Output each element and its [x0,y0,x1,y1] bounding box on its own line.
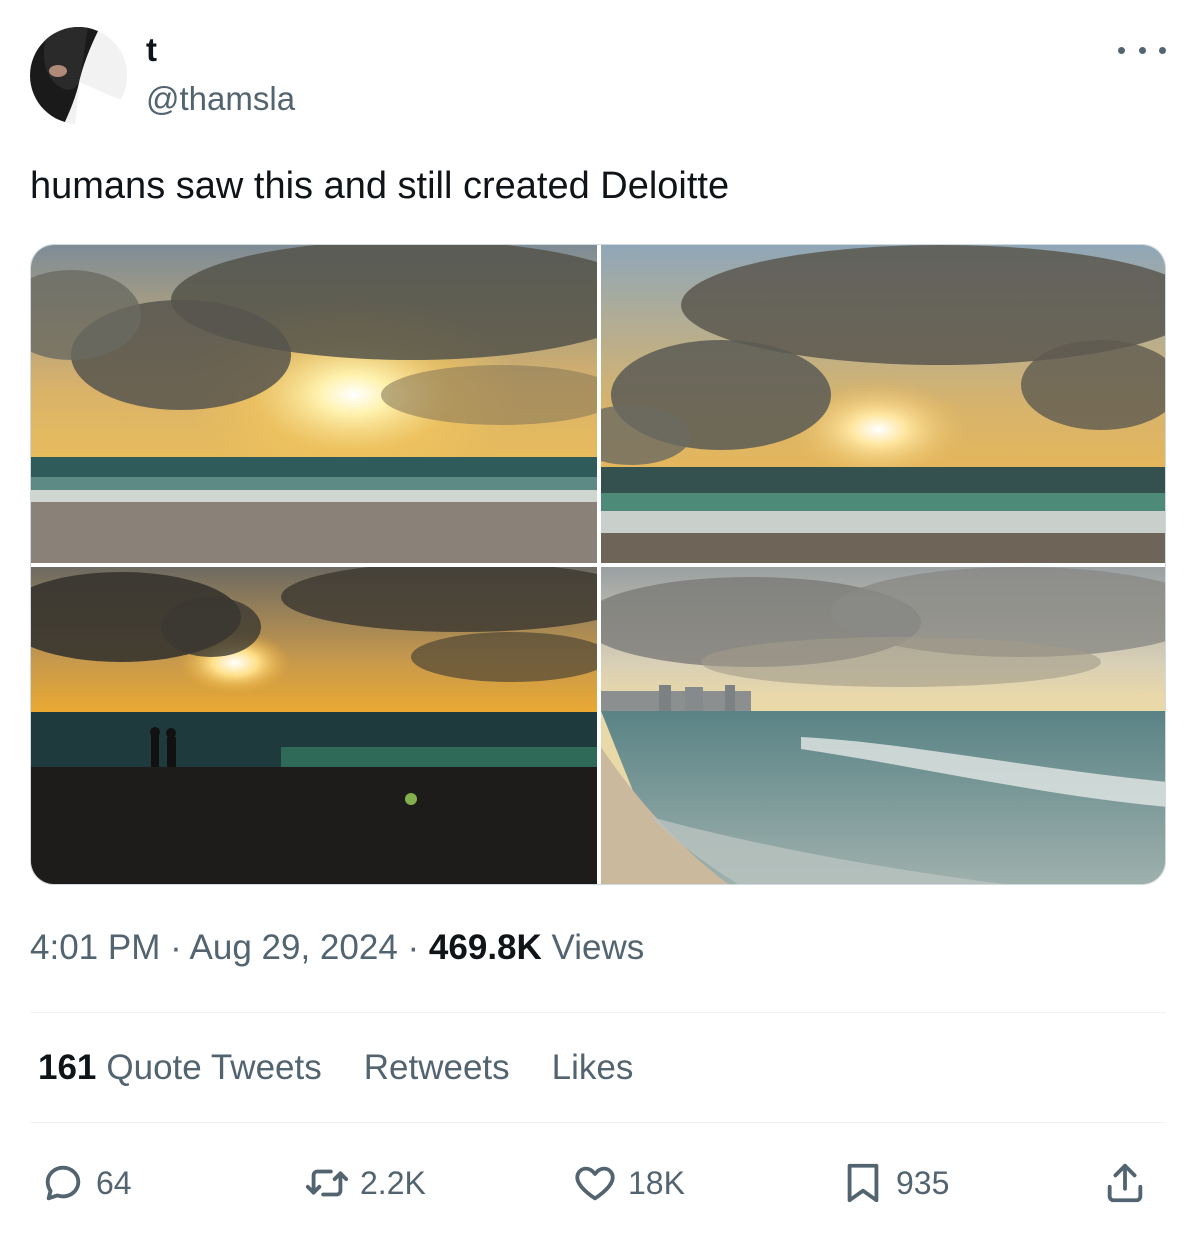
bookmark-icon [847,1163,879,1203]
views-count: 469.8K [428,928,542,967]
avatar[interactable] [30,27,127,124]
retweet-button[interactable]: 2.2K [304,1155,426,1211]
meta-separator: · [407,928,420,967]
meta-separator: · [170,928,182,967]
retweet-count: 2.2K [360,1164,426,1201]
like-button[interactable]: 18K [572,1155,685,1211]
share-icon [1107,1163,1143,1203]
reply-button[interactable]: 64 [40,1155,132,1211]
like-icon [575,1166,615,1201]
retweet-icon [305,1169,349,1197]
reply-count: 64 [96,1164,132,1201]
author-display-name[interactable]: t [146,30,157,70]
tweet-meta: 4:01 PM · Aug 29, 2024 · 469.8K Views [30,926,644,970]
divider [30,1122,1166,1123]
photo-4[interactable] [601,567,1165,884]
quote-tweets-count: 161 [38,1048,97,1087]
share-button[interactable] [1102,1155,1148,1211]
photo-2[interactable] [601,245,1165,563]
tweet-text: humans saw this and still created Deloit… [30,165,730,207]
reply-icon [45,1165,81,1201]
likes-label: Likes [551,1048,634,1087]
tweet-time[interactable]: 4:01 PM [30,928,160,967]
photo-3[interactable] [31,567,597,884]
quote-tweets-label: Quote Tweets [106,1048,322,1087]
retweets-link[interactable]: Retweets [364,1046,510,1090]
author-handle[interactable]: @thamsla [146,79,295,119]
views-label: Views [551,928,645,967]
quote-tweets-link[interactable]: 161 Quote Tweets [38,1046,322,1090]
bookmark-button[interactable]: 935 [840,1155,949,1211]
engagement-stats: 161 Quote Tweets Retweets Likes [38,1046,675,1090]
action-bar: 64 2.2K 18K 935 [0,1155,1200,1211]
like-count: 18K [628,1164,685,1201]
divider [30,1012,1166,1013]
tweet-date[interactable]: Aug 29, 2024 [190,928,398,967]
media-grid [30,244,1166,885]
bookmark-count: 935 [896,1164,950,1201]
photo-1[interactable] [31,245,597,563]
likes-link[interactable]: Likes [552,1046,634,1090]
retweets-label: Retweets [363,1048,510,1087]
more-icon[interactable] [1118,36,1166,64]
